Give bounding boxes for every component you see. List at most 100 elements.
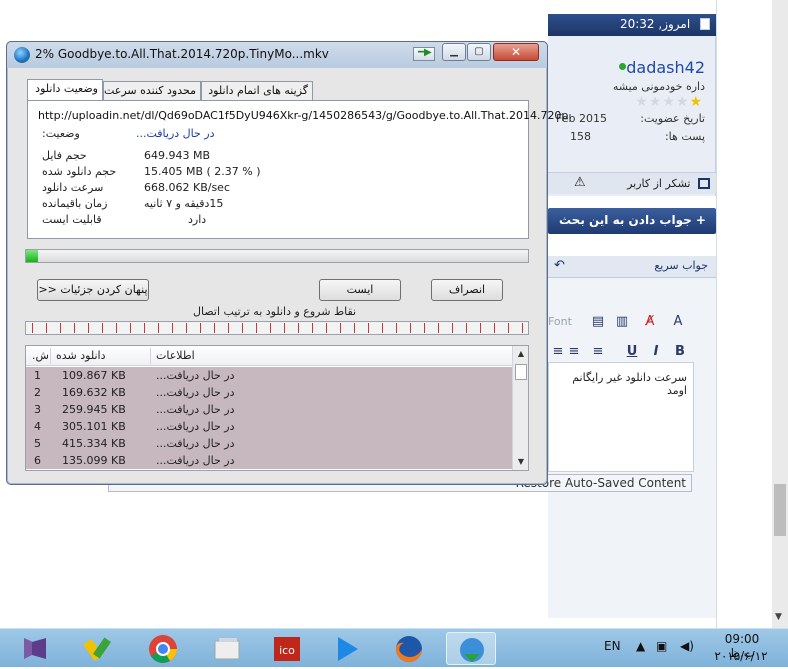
italic-icon[interactable]: I bbox=[646, 342, 666, 362]
folder-icon bbox=[214, 638, 240, 660]
scroll-up-icon[interactable]: ▲ bbox=[515, 348, 527, 360]
paste-text-icon[interactable]: ▥ bbox=[612, 312, 632, 332]
connection-marker bbox=[186, 323, 187, 333]
clock-date[interactable]: ۲۰۱۵/۶/۱۲ bbox=[706, 649, 776, 663]
download-manager-icon bbox=[460, 638, 484, 662]
username-link[interactable]: dadash42 bbox=[615, 58, 705, 77]
network-icon[interactable]: ▣ bbox=[656, 639, 667, 653]
page-scrollbar[interactable]: ▼ bbox=[772, 0, 788, 628]
list-scrollbar[interactable]: ▲ ▼ bbox=[512, 346, 528, 470]
connection-marker bbox=[298, 323, 299, 333]
list-item[interactable]: 2 169.632 KB در حال دریافت... bbox=[26, 384, 512, 401]
reputation-stars: ★★★★★ bbox=[635, 94, 703, 110]
tab-completion-options[interactable]: گزینه های اتمام دانلود bbox=[201, 81, 313, 100]
connection-marker bbox=[312, 323, 313, 333]
bold-icon[interactable]: B bbox=[670, 342, 690, 362]
connection-marker bbox=[46, 323, 47, 333]
col-info[interactable]: اطلاعات bbox=[156, 349, 195, 362]
connection-marker bbox=[130, 323, 131, 333]
tab-speed-limiter[interactable]: محدود کننده سرعت bbox=[103, 81, 201, 100]
remove-format-icon[interactable]: A̸ bbox=[640, 312, 660, 332]
font-select[interactable]: Font bbox=[548, 312, 572, 332]
pause-button[interactable]: ایست bbox=[319, 279, 401, 301]
tools-icon bbox=[83, 637, 112, 662]
back-arrow-icon: ↶ bbox=[554, 258, 565, 273]
list-item[interactable]: 1 109.867 KB در حال دریافت... bbox=[26, 367, 512, 384]
resume-value: دارد bbox=[188, 213, 207, 226]
hide-details-button[interactable]: پنهان کردن جزئیات << bbox=[37, 279, 149, 301]
list-item[interactable]: 3 259.945 KB در حال دریافت... bbox=[26, 401, 512, 418]
show-hidden-icons[interactable]: ▲ bbox=[636, 639, 645, 653]
close-button[interactable]: ✕ bbox=[493, 43, 539, 61]
visual-studio-app[interactable] bbox=[10, 632, 60, 665]
send-to-tray-button[interactable]: ━▶ bbox=[413, 47, 435, 61]
connection-marker bbox=[368, 323, 369, 333]
list-header: ش. دانلود شده اطلاعات bbox=[26, 346, 512, 366]
align-center-icon[interactable]: ≡ bbox=[564, 342, 584, 362]
page-right-margin bbox=[716, 0, 772, 628]
reply-to-thread-button[interactable]: + جواب دادن به این بحث bbox=[548, 208, 716, 234]
speed-value: 668.062 KB/sec bbox=[144, 181, 230, 194]
list-item[interactable]: 5 415.334 KB در حال دریافت... bbox=[26, 435, 512, 452]
maximize-button[interactable]: ▢ bbox=[467, 43, 491, 61]
file-explorer-app[interactable] bbox=[202, 632, 252, 665]
thanks-button[interactable]: تشکر از کاربر bbox=[627, 177, 690, 190]
connection-marker bbox=[74, 323, 75, 333]
taskbar: ico EN ▲ ▣ ◀) 09:00 ب.ظ ۲۰۱۵/۶/۱۲ bbox=[0, 628, 788, 667]
downloaded-value: 15.405 MB ( 2.37 % ) bbox=[144, 165, 261, 178]
scroll-down-icon[interactable]: ▼ bbox=[775, 612, 782, 622]
col-number[interactable]: ش. bbox=[32, 349, 49, 362]
connection-marker bbox=[354, 323, 355, 333]
connection-marker bbox=[508, 323, 509, 333]
underline-icon[interactable]: U bbox=[622, 342, 642, 362]
connection-marker bbox=[158, 323, 159, 333]
connections-list: ش. دانلود شده اطلاعات 1 109.867 KB در حال … bbox=[25, 345, 529, 471]
download-manager-app[interactable] bbox=[446, 632, 496, 665]
connections-bar bbox=[25, 321, 529, 335]
connection-marker bbox=[410, 323, 411, 333]
list-item[interactable]: 4 305.101 KB در حال دریافت... bbox=[26, 418, 512, 435]
tab-download-status[interactable]: وضعیت دانلود bbox=[27, 79, 103, 100]
ico-icon: ico bbox=[274, 637, 300, 661]
list-item[interactable]: 6 135.099 KB در حال دریافت... bbox=[26, 452, 512, 469]
paste-icon[interactable]: ▤ bbox=[588, 312, 608, 332]
tools-app[interactable] bbox=[74, 632, 124, 665]
post-header: امروز, 20:32 bbox=[548, 14, 716, 36]
connection-marker bbox=[144, 323, 145, 333]
connection-marker bbox=[424, 323, 425, 333]
download-dialog: 2% Goodbye.to.All.That.2014.720p.TinyMo.… bbox=[6, 41, 572, 485]
warning-icon[interactable]: ⚠ bbox=[574, 175, 586, 190]
scroll-down-icon[interactable]: ▼ bbox=[515, 456, 527, 468]
media-player-app[interactable] bbox=[322, 632, 372, 665]
cancel-button[interactable]: انصراف bbox=[431, 279, 503, 301]
connection-marker bbox=[32, 323, 33, 333]
chrome-app[interactable] bbox=[138, 632, 188, 665]
dialog-titlebar[interactable]: 2% Goodbye.to.All.That.2014.720p.TinyMo.… bbox=[7, 42, 547, 68]
connection-marker bbox=[284, 323, 285, 333]
page-scrollbar-thumb[interactable] bbox=[774, 484, 786, 536]
connection-marker bbox=[452, 323, 453, 333]
volume-icon[interactable]: ◀) bbox=[680, 639, 694, 653]
text-direction-icon[interactable]: A bbox=[668, 312, 688, 332]
arrow-icon: ━▶ bbox=[418, 47, 432, 58]
play-icon bbox=[338, 637, 358, 661]
minimize-button[interactable]: ▁ bbox=[442, 43, 466, 61]
visual-studio-icon bbox=[24, 638, 46, 659]
post-date: امروز, 20:32 bbox=[619, 17, 691, 31]
message-textarea[interactable]: سرعت دانلود غیر رایگانم اومد bbox=[548, 362, 694, 472]
connection-marker bbox=[522, 323, 523, 333]
connection-marker bbox=[116, 323, 117, 333]
icon-editor-app[interactable]: ico bbox=[262, 632, 312, 665]
quick-reply-title: جواب سریع bbox=[654, 259, 708, 272]
language-indicator[interactable]: EN bbox=[604, 639, 621, 653]
list-scrollbar-thumb[interactable] bbox=[515, 364, 527, 380]
align-right-icon[interactable]: ≡ bbox=[588, 342, 608, 362]
firefox-app[interactable] bbox=[384, 632, 434, 665]
connection-marker bbox=[494, 323, 495, 333]
download-progress-bar bbox=[25, 249, 529, 263]
close-icon: ✕ bbox=[510, 45, 522, 59]
dialog-title: 2% Goodbye.to.All.That.2014.720p.TinyMo.… bbox=[35, 47, 329, 61]
editor: Font ▤ ▥ A̸ A ≡ ≡ ≡ U I B سرعت دانلود غی… bbox=[548, 278, 716, 618]
time-left-label: زمان باقیمانده bbox=[42, 197, 108, 210]
col-downloaded[interactable]: دانلود شده bbox=[56, 349, 106, 362]
